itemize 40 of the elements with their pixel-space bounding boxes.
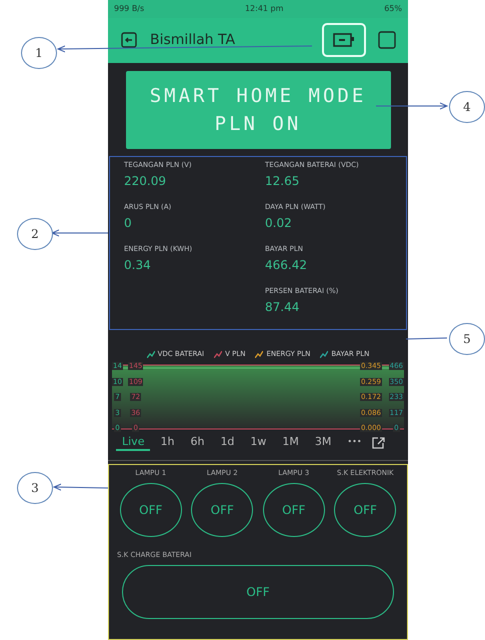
value-reading: 0: [124, 216, 133, 230]
value-reading: 87.44: [265, 300, 300, 314]
leader-line: [376, 102, 448, 110]
device-button[interactable]: [322, 23, 366, 58]
value-reading: 220.09: [124, 174, 167, 188]
network-speed: 999 B/s: [114, 4, 144, 14]
value-reading: 12.65: [265, 174, 300, 188]
range-tab[interactable]: 1d: [214, 434, 240, 452]
expand-icon[interactable]: [372, 436, 385, 449]
exit-icon: [120, 31, 138, 50]
callout-number: 1: [21, 37, 57, 69]
toggle-button[interactable]: OFF: [262, 482, 325, 537]
battery-level: 65%: [384, 4, 402, 14]
toggle-button[interactable]: OFF: [120, 482, 182, 537]
lcd-line: SMART HOME MODE: [150, 84, 366, 107]
project-title: Bismillah TA: [150, 32, 236, 48]
square-icon: [378, 31, 396, 50]
range-tab[interactable]: 1w: [244, 434, 272, 452]
value-reading: 466.42: [265, 258, 308, 272]
range-tab[interactable]: 3M: [308, 434, 338, 452]
leader-line: [52, 230, 108, 236]
callout-number: 5: [449, 323, 485, 355]
range-tab[interactable]: 1M: [276, 434, 305, 452]
callout-number: 4: [449, 91, 485, 123]
callout-number: 3: [17, 472, 53, 504]
range-tab[interactable]: 6h: [184, 434, 210, 452]
battery-icon: [333, 33, 355, 48]
value-reading: 0.34: [124, 258, 152, 272]
toggle-button[interactable]: OFF: [334, 482, 396, 537]
more-button[interactable]: •••: [341, 436, 368, 450]
range-tab[interactable]: Live: [116, 434, 150, 452]
leader-line: [406, 338, 448, 340]
callout-number: 2: [17, 218, 53, 250]
leader-line: [54, 484, 108, 491]
toggle-button[interactable]: OFF: [122, 564, 394, 619]
range-tab[interactable]: 1h: [154, 434, 180, 452]
lcd-line: PLN ON: [214, 112, 302, 135]
clock: 12:41 pm: [244, 4, 284, 14]
value-reading: 0.02: [265, 216, 293, 230]
toggle-button[interactable]: OFF: [191, 482, 254, 537]
